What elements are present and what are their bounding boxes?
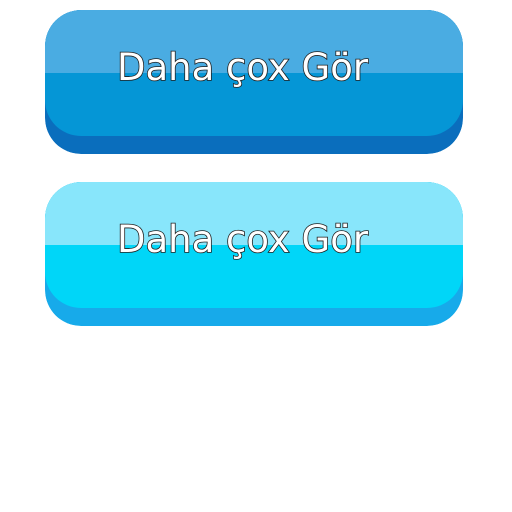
- button-label: Daha çox Gör: [116, 45, 369, 90]
- button-label: Daha çox Gör: [116, 217, 369, 262]
- see-more-button-dark[interactable]: Daha çox Gör: [45, 10, 463, 154]
- canvas: Daha çox Gör Daha çox Gör: [0, 0, 512, 512]
- see-more-button-light[interactable]: Daha çox Gör: [45, 182, 463, 326]
